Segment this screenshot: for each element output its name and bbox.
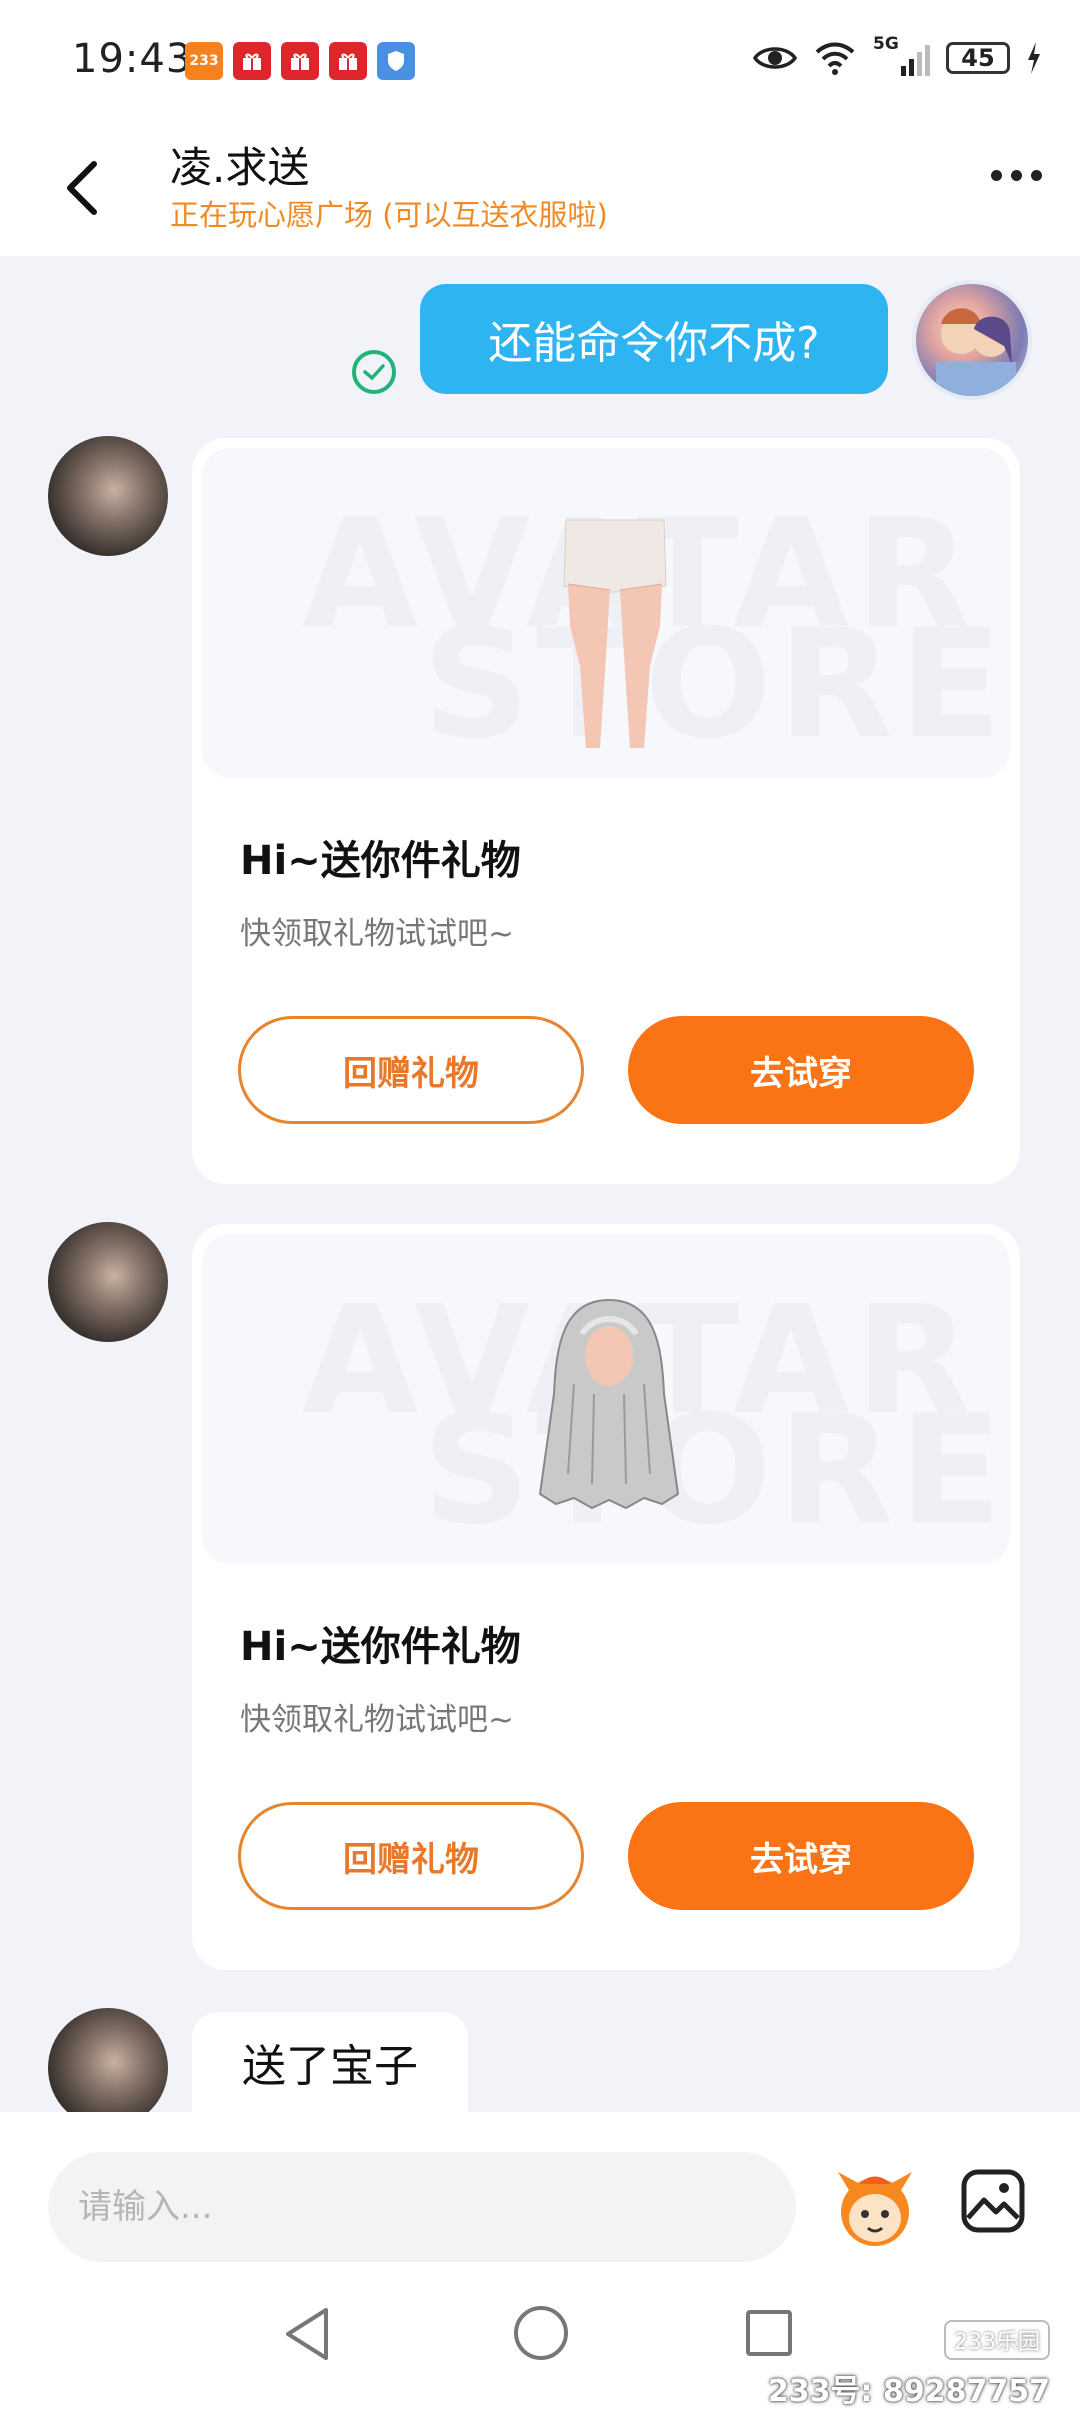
image-button[interactable] [960, 2168, 1026, 2234]
self-avatar[interactable] [912, 280, 1032, 400]
system-nav-bar: 233乐园 233号: 89287757 [0, 2262, 1080, 2412]
other-avatar[interactable] [48, 2008, 168, 2128]
shorts-legs-item [563, 519, 667, 748]
chat-status: 正在玩心愿广场 (可以互送衣服啦) [170, 198, 608, 232]
nav-home-button[interactable] [514, 2306, 568, 2360]
gift-title: Hi~送你件礼物 [240, 838, 521, 884]
gift-title: Hi~送你件礼物 [240, 1624, 521, 1670]
more-dot-icon [991, 170, 1002, 181]
status-right: 5G 45 [753, 34, 1042, 76]
input-bar [0, 2112, 1080, 2262]
nav-back-button[interactable] [280, 2304, 336, 2364]
gift-card[interactable]: AVATAR STORE Hi~送你件礼物 快领取礼物试试吧~ 回赠礼物 去试穿 [192, 1224, 1020, 1970]
gift-app-icon [329, 42, 367, 80]
notification-icons: 233 [185, 42, 415, 80]
status-bar: 19:43 233 5G 45 [0, 0, 1080, 120]
site-id-watermark: 233号: 89287757 [767, 2374, 1050, 2409]
status-time: 19:43 [72, 36, 193, 82]
gift-app-icon [281, 42, 319, 80]
chat-area[interactable]: 还能命令你不成? AVATAR STORE Hi~送你件礼物 快领取礼物试试吧~… [0, 256, 1080, 2128]
triangle-back-icon [286, 2308, 328, 2360]
image-icon [961, 2169, 1025, 2233]
return-gift-button[interactable]: 回赠礼物 [238, 1802, 584, 1910]
chat-header: 凌.求送 正在玩心愿广场 (可以互送衣服啦) [0, 120, 1080, 256]
site-logo-watermark: 233乐园 [944, 2320, 1050, 2360]
more-button[interactable] [991, 170, 1042, 181]
self-message-bubble[interactable]: 还能命令你不成? [420, 284, 888, 394]
emoji-button[interactable] [830, 2162, 920, 2252]
mascot-emoji-icon [838, 2172, 912, 2246]
eye-icon [753, 47, 797, 69]
long-hair-item [538, 1298, 680, 1510]
gift-description: 快领取礼物试试吧~ [240, 1702, 514, 1738]
avatar-store-watermark: STORE [422, 598, 1008, 772]
try-on-button[interactable]: 去试穿 [628, 1016, 974, 1124]
back-button[interactable] [54, 152, 114, 222]
battery-indicator: 45 [946, 42, 1010, 74]
chevron-left-icon [67, 161, 97, 215]
more-dot-icon [1011, 170, 1022, 181]
read-check-icon [352, 350, 396, 394]
gift-description: 快领取礼物试试吧~ [240, 916, 514, 952]
charging-icon [1028, 42, 1040, 74]
network-type: 5G [873, 34, 899, 54]
other-avatar[interactable] [48, 1222, 168, 1342]
message-input[interactable] [48, 2152, 796, 2262]
return-gift-button[interactable]: 回赠礼物 [238, 1016, 584, 1124]
chat-title[interactable]: 凌.求送 [170, 134, 309, 195]
other-message-bubble[interactable]: 送了宝子 [192, 2012, 468, 2112]
signal-icon: 5G [873, 34, 930, 76]
avatar-store-watermark: STORE [422, 1384, 1008, 1558]
gift-app-icon [233, 42, 271, 80]
gift-image: AVATAR STORE [202, 448, 1010, 778]
gift-card[interactable]: AVATAR STORE Hi~送你件礼物 快领取礼物试试吧~ 回赠礼物 去试穿 [192, 438, 1020, 1184]
shield-app-icon [377, 42, 415, 80]
wifi-icon [815, 42, 855, 75]
other-avatar[interactable] [48, 436, 168, 556]
nav-recents-button[interactable] [746, 2310, 792, 2356]
more-dot-icon [1031, 170, 1042, 181]
gift-image: AVATAR STORE [202, 1234, 1010, 1564]
try-on-button[interactable]: 去试穿 [628, 1802, 974, 1910]
233-app-icon: 233 [185, 42, 223, 80]
